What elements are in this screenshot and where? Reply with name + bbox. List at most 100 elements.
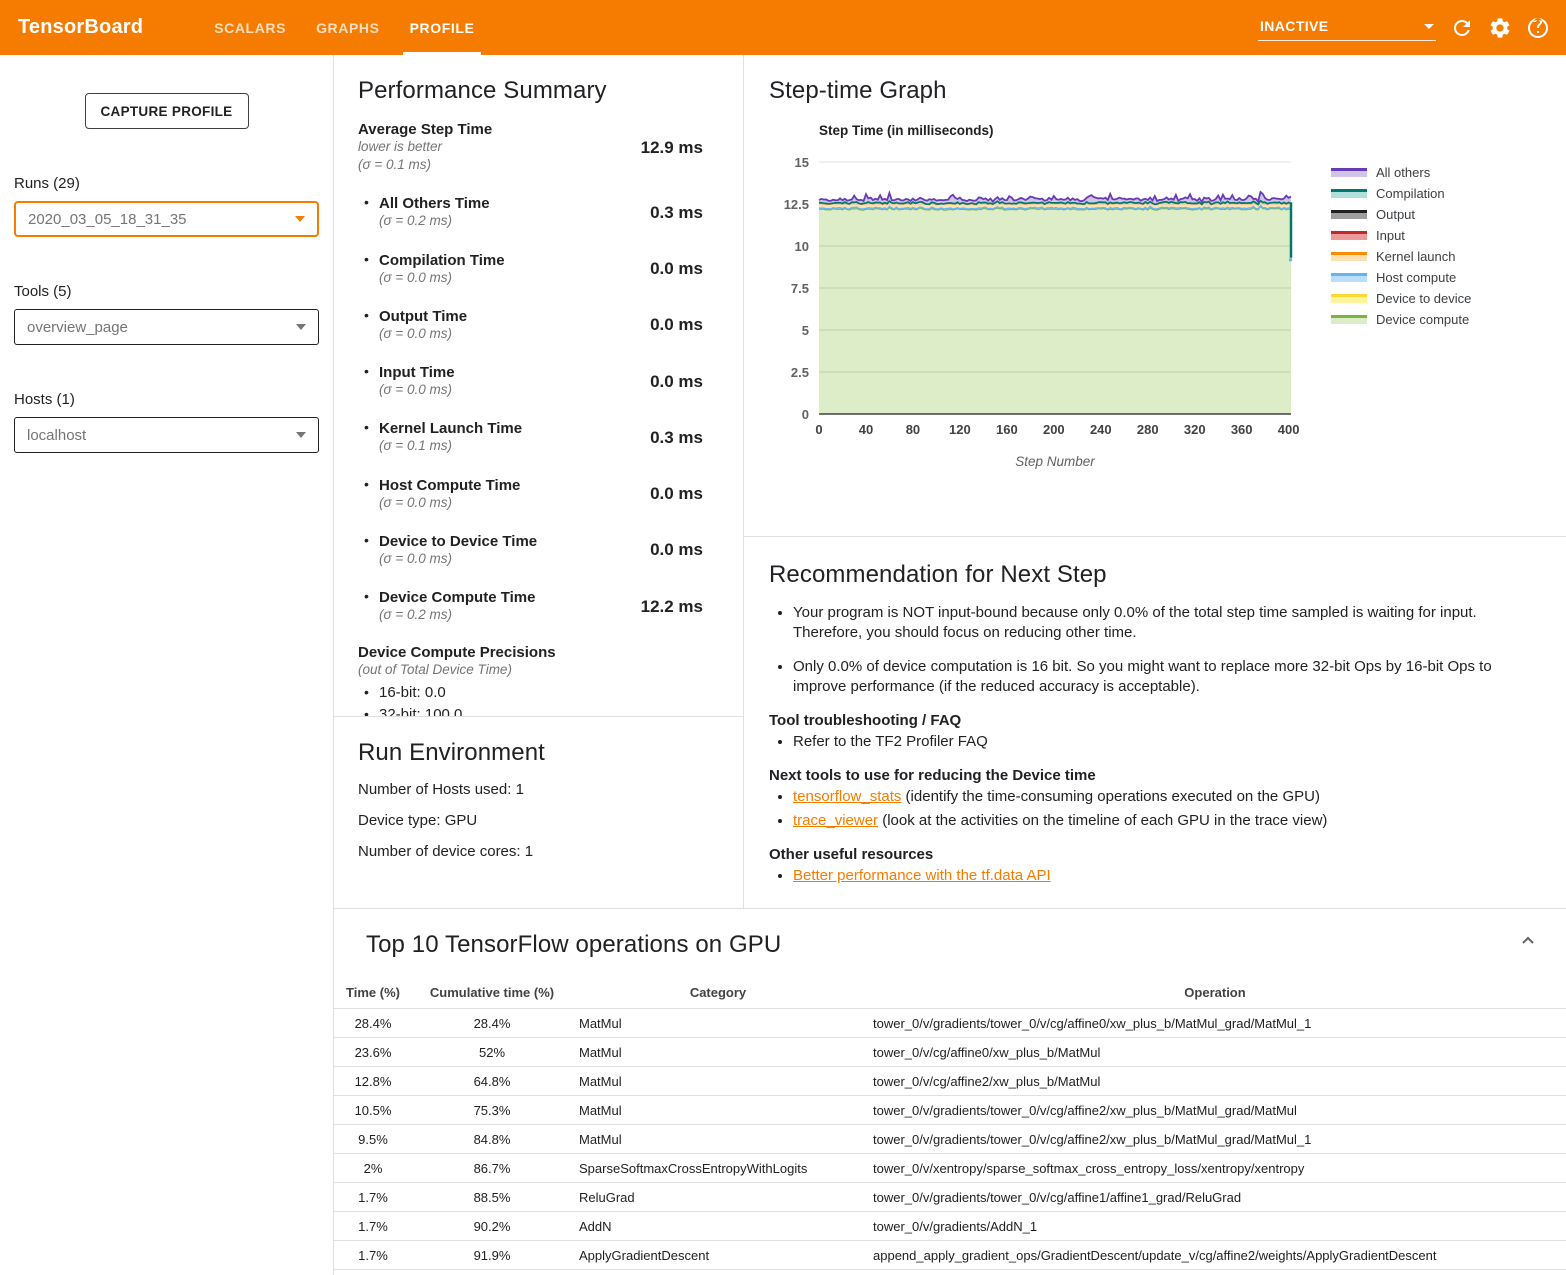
recommendation-item-text: (look at the activities on the timeline … — [878, 812, 1327, 829]
table-cell: MatMul — [572, 1096, 864, 1125]
metric-name: Device Compute Time — [379, 589, 535, 606]
metric-info: Device Compute Time(σ = 0.2 ms) — [358, 589, 535, 624]
precision-item: 32-bit: 100.0 — [358, 706, 703, 717]
metrics-list: All Others Time(σ = 0.2 ms)0.3 msCompila… — [358, 195, 703, 624]
svg-text:400: 400 — [1278, 422, 1300, 437]
svg-text:Step Number: Step Number — [1015, 454, 1095, 469]
table-cell: tower_0/v/gradients/tower_0/v/cg/affine0… — [864, 1009, 1566, 1038]
top10-ops-table: Time (%)Cumulative time (%)CategoryOpera… — [334, 979, 1566, 1270]
run-environment-line: Device type: GPU — [358, 812, 719, 829]
status-dropdown[interactable]: INACTIVE — [1258, 14, 1436, 41]
legend-label: Input — [1376, 228, 1405, 243]
recommendation-section: Next tools to use for reducing the Devic… — [769, 767, 1538, 831]
metric-info: Kernel Launch Time(σ = 0.1 ms) — [358, 420, 522, 455]
metric-row: Compilation Time(σ = 0.0 ms) 0.0 ms — [358, 252, 703, 287]
table-cell: 2% — [334, 1154, 412, 1183]
metric-name: Device to Device Time — [379, 533, 537, 550]
metric-sigma: (σ = 0.0 ms) — [379, 550, 537, 568]
recommendation-card: Recommendation for Next Step Your progra… — [744, 537, 1566, 908]
metric-sigma: (σ = 0.2 ms) — [379, 606, 535, 624]
recommendation-link[interactable]: tensorflow_stats — [793, 788, 901, 805]
table-cell: 23.6% — [334, 1038, 412, 1067]
top10-ops-card: Top 10 TensorFlow operations on GPU Time… — [334, 909, 1566, 1275]
metric-value: 0.3 ms — [650, 203, 703, 223]
legend-label: Device compute — [1376, 312, 1469, 327]
step-time-graph-title: Step-time Graph — [769, 77, 1566, 105]
svg-text:200: 200 — [1043, 422, 1065, 437]
legend-item: Kernel launch — [1331, 251, 1471, 262]
tab-profile[interactable]: PROFILE — [395, 0, 490, 55]
legend-item: Output — [1331, 209, 1471, 220]
metric-info: Compilation Time(σ = 0.0 ms) — [358, 252, 505, 287]
chevron-down-icon — [1424, 24, 1434, 29]
recommendation-link[interactable]: trace_viewer — [793, 812, 878, 829]
metric-name: Compilation Time — [379, 252, 505, 269]
recommendation-section-heading: Other useful resources — [769, 846, 1538, 863]
legend-label: Device to device — [1376, 291, 1471, 306]
capture-profile-button[interactable]: CAPTURE PROFILE — [85, 93, 249, 129]
metric-info: Host Compute Time(σ = 0.0 ms) — [358, 477, 520, 512]
metric-name: Output Time — [379, 308, 467, 325]
legend-swatch — [1331, 231, 1367, 240]
runs-label: Runs (29) — [14, 175, 333, 192]
legend-item: Device to device — [1331, 293, 1471, 304]
tab-graphs[interactable]: GRAPHS — [301, 0, 395, 55]
metric-value: 0.0 ms — [650, 540, 703, 560]
recommendation-item-text: Refer to the TF2 Profiler FAQ — [793, 733, 988, 750]
settings-gear-icon[interactable] — [1488, 16, 1512, 40]
runs-dropdown[interactable]: 2020_03_05_18_31_35 — [14, 201, 319, 237]
table-cell: SparseSoftmaxCrossEntropyWithLogits — [572, 1154, 864, 1183]
recommendation-link[interactable]: Better performance with the tf.data API — [793, 867, 1051, 884]
table-cell: ReluGrad — [572, 1183, 864, 1212]
tools-label: Tools (5) — [14, 283, 333, 300]
sidebar: CAPTURE PROFILE Runs (29) 2020_03_05_18_… — [0, 55, 334, 1275]
table-cell: MatMul — [572, 1009, 864, 1038]
metric-name: All Others Time — [379, 195, 490, 212]
precisions-items: 16-bit: 0.0 32-bit: 100.0 — [358, 684, 703, 717]
svg-text:0: 0 — [815, 422, 822, 437]
help-icon[interactable] — [1526, 16, 1550, 40]
chart-legend: All othersCompilationOutputInputKernel l… — [1331, 167, 1471, 469]
legend-swatch — [1331, 294, 1367, 303]
step-time-graph-card: Step-time Graph Step Time (in millisecon… — [744, 55, 1566, 537]
collapse-chevron-up-icon[interactable] — [1520, 933, 1536, 949]
legend-swatch — [1331, 273, 1367, 282]
metric-value: 0.0 ms — [650, 259, 703, 279]
table-cell: 52% — [412, 1038, 572, 1067]
tools-dropdown[interactable]: overview_page — [14, 309, 319, 345]
table-cell: MatMul — [572, 1038, 864, 1067]
refresh-icon[interactable] — [1450, 16, 1474, 40]
precision-item: 16-bit: 0.0 — [358, 684, 703, 701]
chevron-down-icon — [295, 216, 305, 222]
table-cell: 12.8% — [334, 1067, 412, 1096]
performance-summary-title: Performance Summary — [358, 77, 703, 105]
metric-value: 0.3 ms — [650, 428, 703, 448]
run-environment-line: Number of Hosts used: 1 — [358, 781, 719, 798]
legend-label: Kernel launch — [1376, 249, 1456, 264]
metric-sigma: (σ = 0.1 ms) — [379, 437, 522, 455]
recommendation-item: Better performance with the tf.data API — [793, 866, 1538, 886]
table-cell: AddN — [572, 1212, 864, 1241]
svg-text:0: 0 — [802, 407, 809, 422]
hosts-dropdown[interactable]: localhost — [14, 417, 319, 453]
legend-swatch — [1331, 210, 1367, 219]
legend-swatch — [1331, 252, 1367, 261]
metric-sigma: (σ = 0.0 ms) — [379, 269, 505, 287]
table-row: 28.4%28.4%MatMultower_0/v/gradients/towe… — [334, 1009, 1566, 1038]
table-row: 2%86.7%SparseSoftmaxCrossEntropyWithLogi… — [334, 1154, 1566, 1183]
table-cell: 28.4% — [334, 1009, 412, 1038]
recommendation-section-items: tensorflow_stats (identify the time-cons… — [793, 787, 1538, 831]
table-cell: 88.5% — [412, 1183, 572, 1212]
metric-name: Host Compute Time — [379, 477, 520, 494]
legend-swatch — [1331, 315, 1367, 324]
run-environment-lines: Number of Hosts used: 1Device type: GPUN… — [358, 781, 719, 860]
table-cell: 28.4% — [412, 1009, 572, 1038]
metric-row: All Others Time(σ = 0.2 ms)0.3 ms — [358, 195, 703, 230]
tab-scalars[interactable]: SCALARS — [199, 0, 301, 55]
recommendation-section-heading: Next tools to use for reducing the Devic… — [769, 767, 1538, 784]
legend-item: Compilation — [1331, 188, 1471, 199]
table-cell: 91.9% — [412, 1241, 572, 1270]
table-cell: tower_0/v/cg/affine2/xw_plus_b/MatMul — [864, 1067, 1566, 1096]
table-row: 9.5%84.8%MatMultower_0/v/gradients/tower… — [334, 1125, 1566, 1154]
svg-text:Step Time (in milliseconds): Step Time (in milliseconds) — [819, 123, 994, 138]
